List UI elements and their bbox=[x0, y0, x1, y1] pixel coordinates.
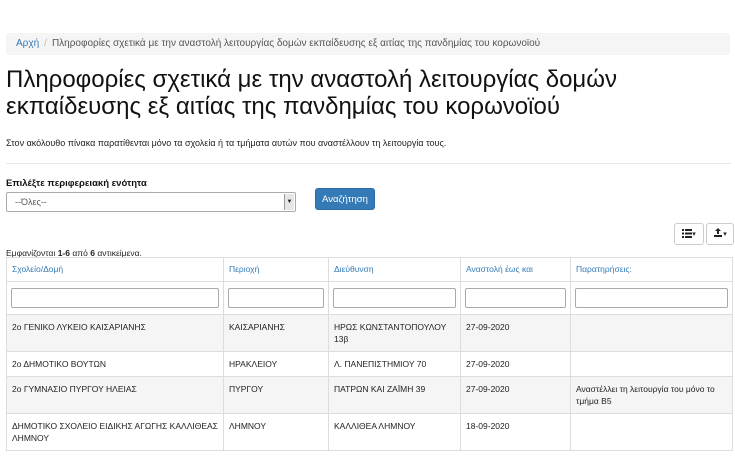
region-filter-label: Επιλέξτε περιφερειακή ενότητα bbox=[6, 178, 147, 189]
table-cell: ΚΑΛΛΙΘΕΑ ΛΗΜΝΟΥ bbox=[328, 413, 461, 451]
export-button[interactable]: ▾ bbox=[706, 223, 734, 245]
breadcrumb: Αρχή / Πληροφορίες σχετικά με την αναστολή… bbox=[6, 33, 730, 55]
table-cell: ΠΥΡΓΟΥ bbox=[223, 376, 329, 414]
export-icon bbox=[714, 228, 723, 238]
intro-text: Στον ακόλουθο πίνακα παρατίθενται μόνο τ… bbox=[6, 138, 447, 148]
page-title: Πληροφορίες σχετικά με την αναστολή λειτ… bbox=[6, 66, 617, 120]
list-icon bbox=[682, 228, 693, 238]
table-cell: 2ο ΔΗΜΟΤΙΚΟ ΒΟΥΤΩΝ bbox=[6, 351, 224, 377]
sort-suspension-date-link[interactable]: Αναστολή έως και bbox=[466, 264, 533, 274]
sort-school-link[interactable]: Σχολείο/Δομή bbox=[12, 264, 63, 274]
table-cell bbox=[570, 314, 733, 352]
schools-table: Σχολείο/Δομή Περιοχή Διεύθυνση Αναστολή … bbox=[6, 257, 733, 451]
table-cell: Λ. ΠΑΝΕΠΙΣΤΗΜΙΟΥ 70 bbox=[328, 351, 461, 377]
table-cell: ΠΑΤΡΩΝ ΚΑΙ ΖΑΪΜΗ 39 bbox=[328, 376, 461, 414]
table-cell bbox=[570, 413, 733, 451]
table-cell: ΗΡΩΣ ΚΩΝΣΤΑΝΤΟΠΟΥΛΟΥ 13β bbox=[328, 314, 461, 352]
table-row: 2ο ΓΕΝΙΚΟ ΛΥΚΕΙΟ ΚΑΙΣΑΡΙΑΝΗΣ ΚΑΙΣΑΡΙΑΝΗΣ… bbox=[6, 314, 733, 352]
search-button[interactable]: Αναζήτηση bbox=[315, 188, 375, 210]
table-cell: ΔΗΜΟΤΙΚΟ ΣΧΟΛΕΙΟ ΕΙΔΙΚΗΣ ΑΓΩΓΗΣ ΚΑΛΛΙΘΕΑ… bbox=[6, 413, 224, 451]
table-cell: ΛΗΜΝΟΥ bbox=[223, 413, 329, 451]
table-filter-row bbox=[6, 281, 733, 315]
table-header-row: Σχολείο/Δομή Περιοχή Διεύθυνση Αναστολή … bbox=[6, 257, 733, 282]
region-select[interactable]: --Όλες-- ▼ bbox=[6, 192, 296, 212]
columns-toggle-button[interactable]: ▾ bbox=[674, 223, 704, 245]
notes-filter-input[interactable] bbox=[575, 288, 728, 308]
breadcrumb-current: Πληροφορίες σχετικά με την αναστολή λειτ… bbox=[51, 38, 541, 49]
suspension-date-filter-input[interactable] bbox=[465, 288, 566, 308]
address-filter-input[interactable] bbox=[333, 288, 456, 308]
breadcrumb-separator: / bbox=[44, 38, 47, 49]
caret-down-icon: ▾ bbox=[692, 231, 696, 238]
sort-address-link[interactable]: Διεύθυνση bbox=[334, 264, 374, 274]
region-select-value: --Όλες-- bbox=[15, 197, 47, 207]
chevron-down-icon: ▼ bbox=[284, 194, 294, 210]
table-row: 2ο ΔΗΜΟΤΙΚΟ ΒΟΥΤΩΝ ΗΡΑΚΛΕΙΟΥ Λ. ΠΑΝΕΠΙΣΤ… bbox=[6, 351, 733, 377]
table-cell: 27-09-2020 bbox=[460, 351, 571, 377]
area-filter-input[interactable] bbox=[228, 288, 324, 308]
table-cell: 18-09-2020 bbox=[460, 413, 571, 451]
table-cell bbox=[570, 351, 733, 377]
school-filter-input[interactable] bbox=[11, 288, 219, 308]
table-cell: ΗΡΑΚΛΕΙΟΥ bbox=[223, 351, 329, 377]
table-row: ΔΗΜΟΤΙΚΟ ΣΧΟΛΕΙΟ ΕΙΔΙΚΗΣ ΑΓΩΓΗΣ ΚΑΛΛΙΘΕΑ… bbox=[6, 413, 733, 451]
caret-down-icon: ▾ bbox=[723, 231, 727, 238]
table-cell: 2ο ΓΕΝΙΚΟ ΛΥΚΕΙΟ ΚΑΙΣΑΡΙΑΝΗΣ bbox=[6, 314, 224, 352]
table-cell: 27-09-2020 bbox=[460, 376, 571, 414]
sort-area-link[interactable]: Περιοχή bbox=[229, 264, 259, 274]
table-row: 2ο ΓΥΜΝΑΣΙΟ ΠΥΡΓΟΥ ΗΛΕΙΑΣ ΠΥΡΓΟΥ ΠΑΤΡΩΝ … bbox=[6, 376, 733, 414]
table-cell: 2ο ΓΥΜΝΑΣΙΟ ΠΥΡΓΟΥ ΗΛΕΙΑΣ bbox=[6, 376, 224, 414]
sort-notes-link[interactable]: Παρατηρήσεις: bbox=[576, 264, 632, 274]
table-cell: Αναστέλλει τη λειτουργία του μόνο το τμή… bbox=[570, 376, 733, 414]
table-cell: ΚΑΙΣΑΡΙΑΝΗΣ bbox=[223, 314, 329, 352]
table-cell: 27-09-2020 bbox=[460, 314, 571, 352]
divider bbox=[6, 163, 731, 164]
breadcrumb-home-link[interactable]: Αρχή bbox=[16, 38, 39, 49]
